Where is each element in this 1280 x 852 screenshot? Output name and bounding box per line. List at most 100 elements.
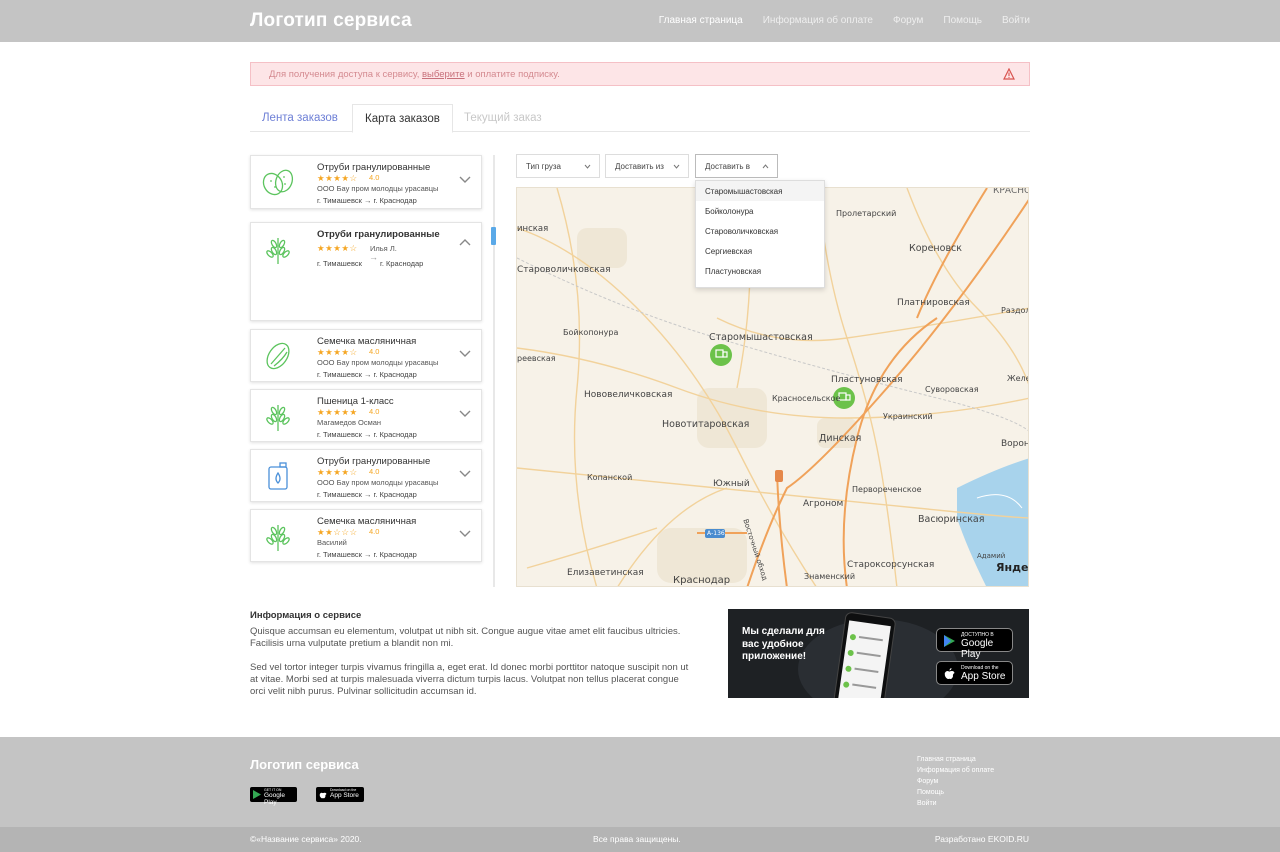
footer-app-store-button[interactable]: Download on the App Store [316,787,364,802]
footer-bottom-bar: ©«Название сервиса» 2020. Все права защи… [0,827,1280,852]
map-label: Староволичковская [517,265,611,275]
dropdown-option[interactable]: Староволичковская [696,221,824,241]
order-title: Семечка масляничная [317,336,417,347]
map-label: Красносельское [772,394,841,403]
dropdown-option[interactable]: Бойколонура [696,201,824,221]
order-title: Отруби гранулированные [317,162,431,173]
header: Логотип сервиса Главная страница Информа… [0,0,1280,42]
google-play-icon [253,790,261,799]
rating-stars: ★★☆☆☆ [317,527,358,537]
rating-stars: ★★★★☆ [317,173,358,183]
order-title: Пшеница 1-класс [317,396,394,407]
order-card[interactable]: Отруби гранулированные ★★★★☆ 4.0 ООО Бау… [250,449,482,502]
tab-bar: Лента заказов Карта заказов Текущий зака… [250,104,1030,133]
rights-text: Все права защищены. [593,834,681,844]
nav-home[interactable]: Главная страница [659,15,743,26]
map-label: Агроном [803,499,844,509]
alert-choose-link[interactable]: выберите [422,69,465,80]
deliver-from-select[interactable]: Доставить из [605,154,689,178]
order-route: г. Тимашевск → г. Краснодар [317,430,417,439]
rating-stars: ★★★★☆ [317,467,358,477]
rating-value: 4.0 [369,173,380,182]
footer-link-help[interactable]: Помощь [917,787,994,798]
chevron-down-icon[interactable] [459,410,471,418]
chevron-up-icon[interactable] [459,238,471,246]
developer-link[interactable]: Разработано EKOID.RU [935,834,1029,844]
map-label: Восточный обход [741,518,769,582]
map-label: Старомышастовская [709,332,813,343]
map-label: А-136 [707,530,725,537]
map-label: Первореченское [852,485,922,494]
footer-google-play-button[interactable]: GET IT ON Google Play [250,787,297,806]
tab-orders-map[interactable]: Карта заказов [352,104,453,133]
promo-text: Мы сделали для вас удобное приложение! [742,626,825,662]
chevron-down-icon [584,164,591,169]
footer-link-forum[interactable]: Форум [917,776,994,787]
map-label: Кореновск [909,243,963,254]
order-route: г. Тимашевск → г. Краснодар [317,370,417,379]
footer-link-home[interactable]: Главная страница [917,754,994,765]
order-card[interactable]: Семечка масляничная ★★☆☆☆ 4.0 Василий г.… [250,509,482,562]
dropdown-option[interactable]: Пластуновская [696,261,824,281]
rating-stars: ★★★★☆ [317,347,358,357]
footer-link-payment[interactable]: Информация об оплате [917,765,994,776]
tab-current-order[interactable]: Текущий заказ [452,104,554,132]
map-label: КРАСНО [993,187,1029,196]
info-paragraph: Quisque accumsan eu elementum, volutpat … [250,626,681,649]
store-large-text: App Store [330,792,359,799]
deliver-to-label: Доставить в [705,162,751,171]
order-card-expanded[interactable]: Отруби гранулированные ★★★★☆ Илья Л. г. … [250,222,482,321]
chevron-down-icon[interactable] [459,350,471,358]
store-large-text: Google Play [264,792,285,806]
nav-forum[interactable]: Форум [893,15,923,26]
route-from: г. Тимашевск [317,259,362,268]
wheat-icon [266,525,290,551]
order-card[interactable]: Отруби гранулированные ★★★★☆ 4.0 ООО Бау… [250,155,482,209]
footer: Логотип сервиса GET IT ON Google Play Do… [0,737,1280,827]
apple-icon [319,792,327,799]
nav-login[interactable]: Войти [1002,15,1030,26]
chevron-down-icon[interactable] [459,470,471,478]
alert-text-before: Для получения доступа к сервису, [269,69,422,80]
map-label: Копанской [587,473,633,482]
logo[interactable]: Логотип сервиса [250,10,412,32]
footer-link-login[interactable]: Войти [917,798,994,809]
chevron-up-icon [762,164,769,169]
order-card[interactable]: Пшеница 1-класс ★★★★★ 4.0 Магамедов Осма… [250,389,482,442]
rating-value: 4.0 [369,467,380,476]
tab-orders-feed[interactable]: Лента заказов [250,104,350,132]
order-card[interactable]: Семечка масляничная ★★★★☆ 4.0 ООО Бау пр… [250,329,482,382]
rating-stars: ★★★★★ [317,407,358,417]
map-label: Бойкопонура [563,328,619,337]
order-company: ООО Бау пром молодцы урасавцы [317,184,439,193]
order-company: Василий [317,538,347,547]
map-label: Желе [1007,374,1029,383]
app-store-button[interactable]: Download on the App Store [936,661,1013,685]
deliver-to-select[interactable]: Доставить в [695,154,778,178]
footer-nav: Главная страница Информация об оплате Фо… [917,754,994,809]
dropdown-option[interactable]: Старомышастовская [696,181,824,201]
apple-icon [944,668,955,679]
list-scrollbar[interactable] [491,155,496,587]
oil-can-icon [268,462,288,490]
map-label: Украинский [883,412,933,421]
yandex-logo: Яндекс [996,561,1029,574]
google-play-icon [944,635,955,647]
cargo-type-select[interactable]: Тип груза [516,154,600,178]
order-company: Магамедов Осман [317,418,382,427]
dropdown-option[interactable]: Сергиевская [696,241,824,261]
deliver-from-label: Доставить из [615,162,664,171]
chevron-down-icon[interactable] [459,176,471,184]
google-play-button[interactable]: ДОСТУПНО В Google Play [936,628,1013,660]
map-label: Динская [819,433,862,444]
chevron-down-icon[interactable] [459,530,471,538]
store-large-text: Google Play [961,638,994,660]
scrollbar-thumb[interactable] [491,227,496,245]
footer-logo[interactable]: Логотип сервиса [250,757,359,772]
cargo-type-label: Тип груза [526,162,561,171]
map-label: Адамий [977,552,1006,560]
route-to: г. Краснодар [380,259,424,268]
wheat-icon [266,405,290,431]
nav-help[interactable]: Помощь [943,15,982,26]
nav-payment-info[interactable]: Информация об оплате [763,15,873,26]
